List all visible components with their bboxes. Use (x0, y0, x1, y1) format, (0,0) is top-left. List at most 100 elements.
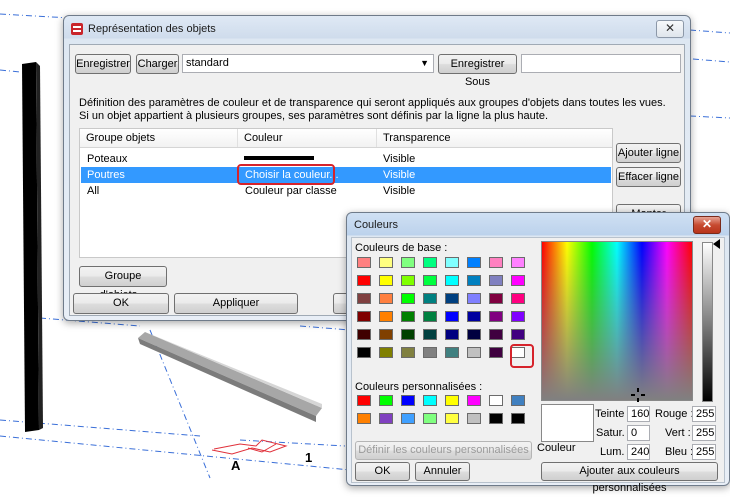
color-swatch[interactable] (467, 311, 481, 322)
close-button[interactable]: ✕ (693, 216, 721, 234)
color-swatch[interactable] (489, 311, 503, 322)
color-swatch[interactable] (489, 395, 503, 406)
cancel-button[interactable]: Annuler (415, 462, 470, 481)
blue-input[interactable]: 255 (692, 444, 716, 460)
table-row[interactable]: Poteaux Visible (81, 151, 611, 167)
color-swatch[interactable] (423, 311, 437, 322)
color-swatch[interactable] (489, 257, 503, 268)
color-swatch[interactable] (511, 413, 525, 424)
color-swatch[interactable] (467, 395, 481, 406)
color-swatch[interactable] (401, 311, 415, 322)
object-groups-button[interactable]: Groupe d'objets... (79, 266, 167, 301)
color-swatch[interactable] (357, 275, 371, 286)
ok-button[interactable]: OK (355, 462, 410, 481)
color-swatch[interactable] (467, 275, 481, 286)
red-input[interactable]: 255 (692, 406, 716, 422)
add-to-custom-colors-button[interactable]: Ajouter aux couleurs personnalisées (541, 462, 718, 494)
color-swatch[interactable] (423, 293, 437, 304)
color-swatch[interactable] (357, 347, 371, 358)
color-swatch[interactable] (489, 413, 503, 424)
color-swatch[interactable] (379, 311, 393, 322)
color-swatch[interactable] (423, 395, 437, 406)
color-swatch[interactable] (467, 293, 481, 304)
column-header-transparency[interactable]: Transparence (377, 129, 611, 147)
color-preview (541, 404, 594, 442)
color-swatch[interactable] (401, 257, 415, 268)
color-swatch[interactable] (445, 311, 459, 322)
color-dialog-body: Couleurs de base : Couleurs personnalisé… (351, 237, 725, 494)
hue-input[interactable]: 160 (627, 406, 650, 422)
color-swatch[interactable] (467, 413, 481, 424)
color-swatch[interactable] (489, 293, 503, 304)
save-button[interactable]: Enregistrer (75, 54, 131, 74)
color-swatch[interactable] (379, 413, 393, 424)
color-swatch[interactable] (357, 293, 371, 304)
color-swatch[interactable] (511, 293, 525, 304)
color-swatch[interactable] (357, 311, 371, 322)
color-swatch[interactable] (379, 257, 393, 268)
ok-button[interactable]: OK (73, 293, 169, 314)
color-swatch[interactable] (511, 275, 525, 286)
color-swatch[interactable] (467, 257, 481, 268)
delete-row-button[interactable]: Effacer ligne (616, 167, 681, 187)
save-as-button[interactable]: Enregistrer Sous (438, 54, 517, 88)
color-swatch[interactable] (401, 395, 415, 406)
color-swatch[interactable] (445, 347, 459, 358)
color-swatch[interactable] (445, 293, 459, 304)
color-swatch[interactable] (445, 413, 459, 424)
color-swatch[interactable] (445, 257, 459, 268)
blue-label: Bleu : (665, 446, 694, 458)
color-swatch[interactable] (379, 293, 393, 304)
add-row-button[interactable]: Ajouter ligne (616, 143, 681, 163)
color-swatch[interactable] (401, 275, 415, 286)
color-swatch[interactable] (357, 329, 371, 340)
save-as-name-input[interactable] (521, 54, 681, 73)
green-input[interactable]: 255 (692, 425, 716, 441)
lum-input[interactable]: 240 (627, 444, 650, 460)
load-button[interactable]: Charger (136, 54, 179, 74)
table-row[interactable]: Poutres Choisir la couleur... Visible (81, 167, 611, 183)
color-swatch[interactable] (379, 329, 393, 340)
color-swatch[interactable] (445, 395, 459, 406)
color-swatch[interactable] (467, 347, 481, 358)
color-swatch[interactable] (401, 347, 415, 358)
color-swatch[interactable] (445, 329, 459, 340)
color-swatch[interactable] (511, 311, 525, 322)
grid-label-a: A (231, 458, 241, 473)
preset-select[interactable]: standard ▼ (182, 54, 434, 73)
color-swatch[interactable] (423, 413, 437, 424)
sat-input[interactable]: 0 (627, 425, 650, 441)
column-header-color[interactable]: Couleur (238, 129, 377, 147)
apply-button[interactable]: Appliquer (174, 293, 298, 314)
color-swatch[interactable] (511, 395, 525, 406)
color-swatch[interactable] (489, 329, 503, 340)
color-swatch[interactable] (357, 413, 371, 424)
color-swatch[interactable] (379, 395, 393, 406)
color-swatch[interactable] (423, 347, 437, 358)
color-swatch[interactable] (423, 275, 437, 286)
color-swatch[interactable] (423, 329, 437, 340)
color-spectrum[interactable] (541, 241, 693, 402)
beam-shape (138, 332, 322, 416)
color-swatch[interactable] (467, 329, 481, 340)
color-swatch[interactable] (489, 347, 503, 358)
color-swatch[interactable] (511, 257, 525, 268)
row-transparency: Visible (383, 169, 416, 181)
color-swatch[interactable] (511, 329, 525, 340)
luminance-slider[interactable] (702, 242, 713, 402)
close-button[interactable]: ✕ (656, 20, 684, 38)
color-swatch[interactable] (423, 257, 437, 268)
color-line-swatch (244, 156, 314, 160)
color-swatch[interactable] (379, 347, 393, 358)
color-swatch[interactable] (401, 293, 415, 304)
table-row[interactable]: All Couleur par classe Visible (81, 183, 611, 199)
color-swatch[interactable] (357, 257, 371, 268)
color-swatch[interactable] (357, 395, 371, 406)
column-header-group[interactable]: Groupe objets (80, 129, 238, 147)
color-swatch[interactable] (401, 413, 415, 424)
color-swatch[interactable] (445, 275, 459, 286)
luminance-arrow-icon[interactable] (713, 239, 720, 249)
color-swatch[interactable] (401, 329, 415, 340)
color-swatch[interactable] (379, 275, 393, 286)
color-swatch[interactable] (489, 275, 503, 286)
